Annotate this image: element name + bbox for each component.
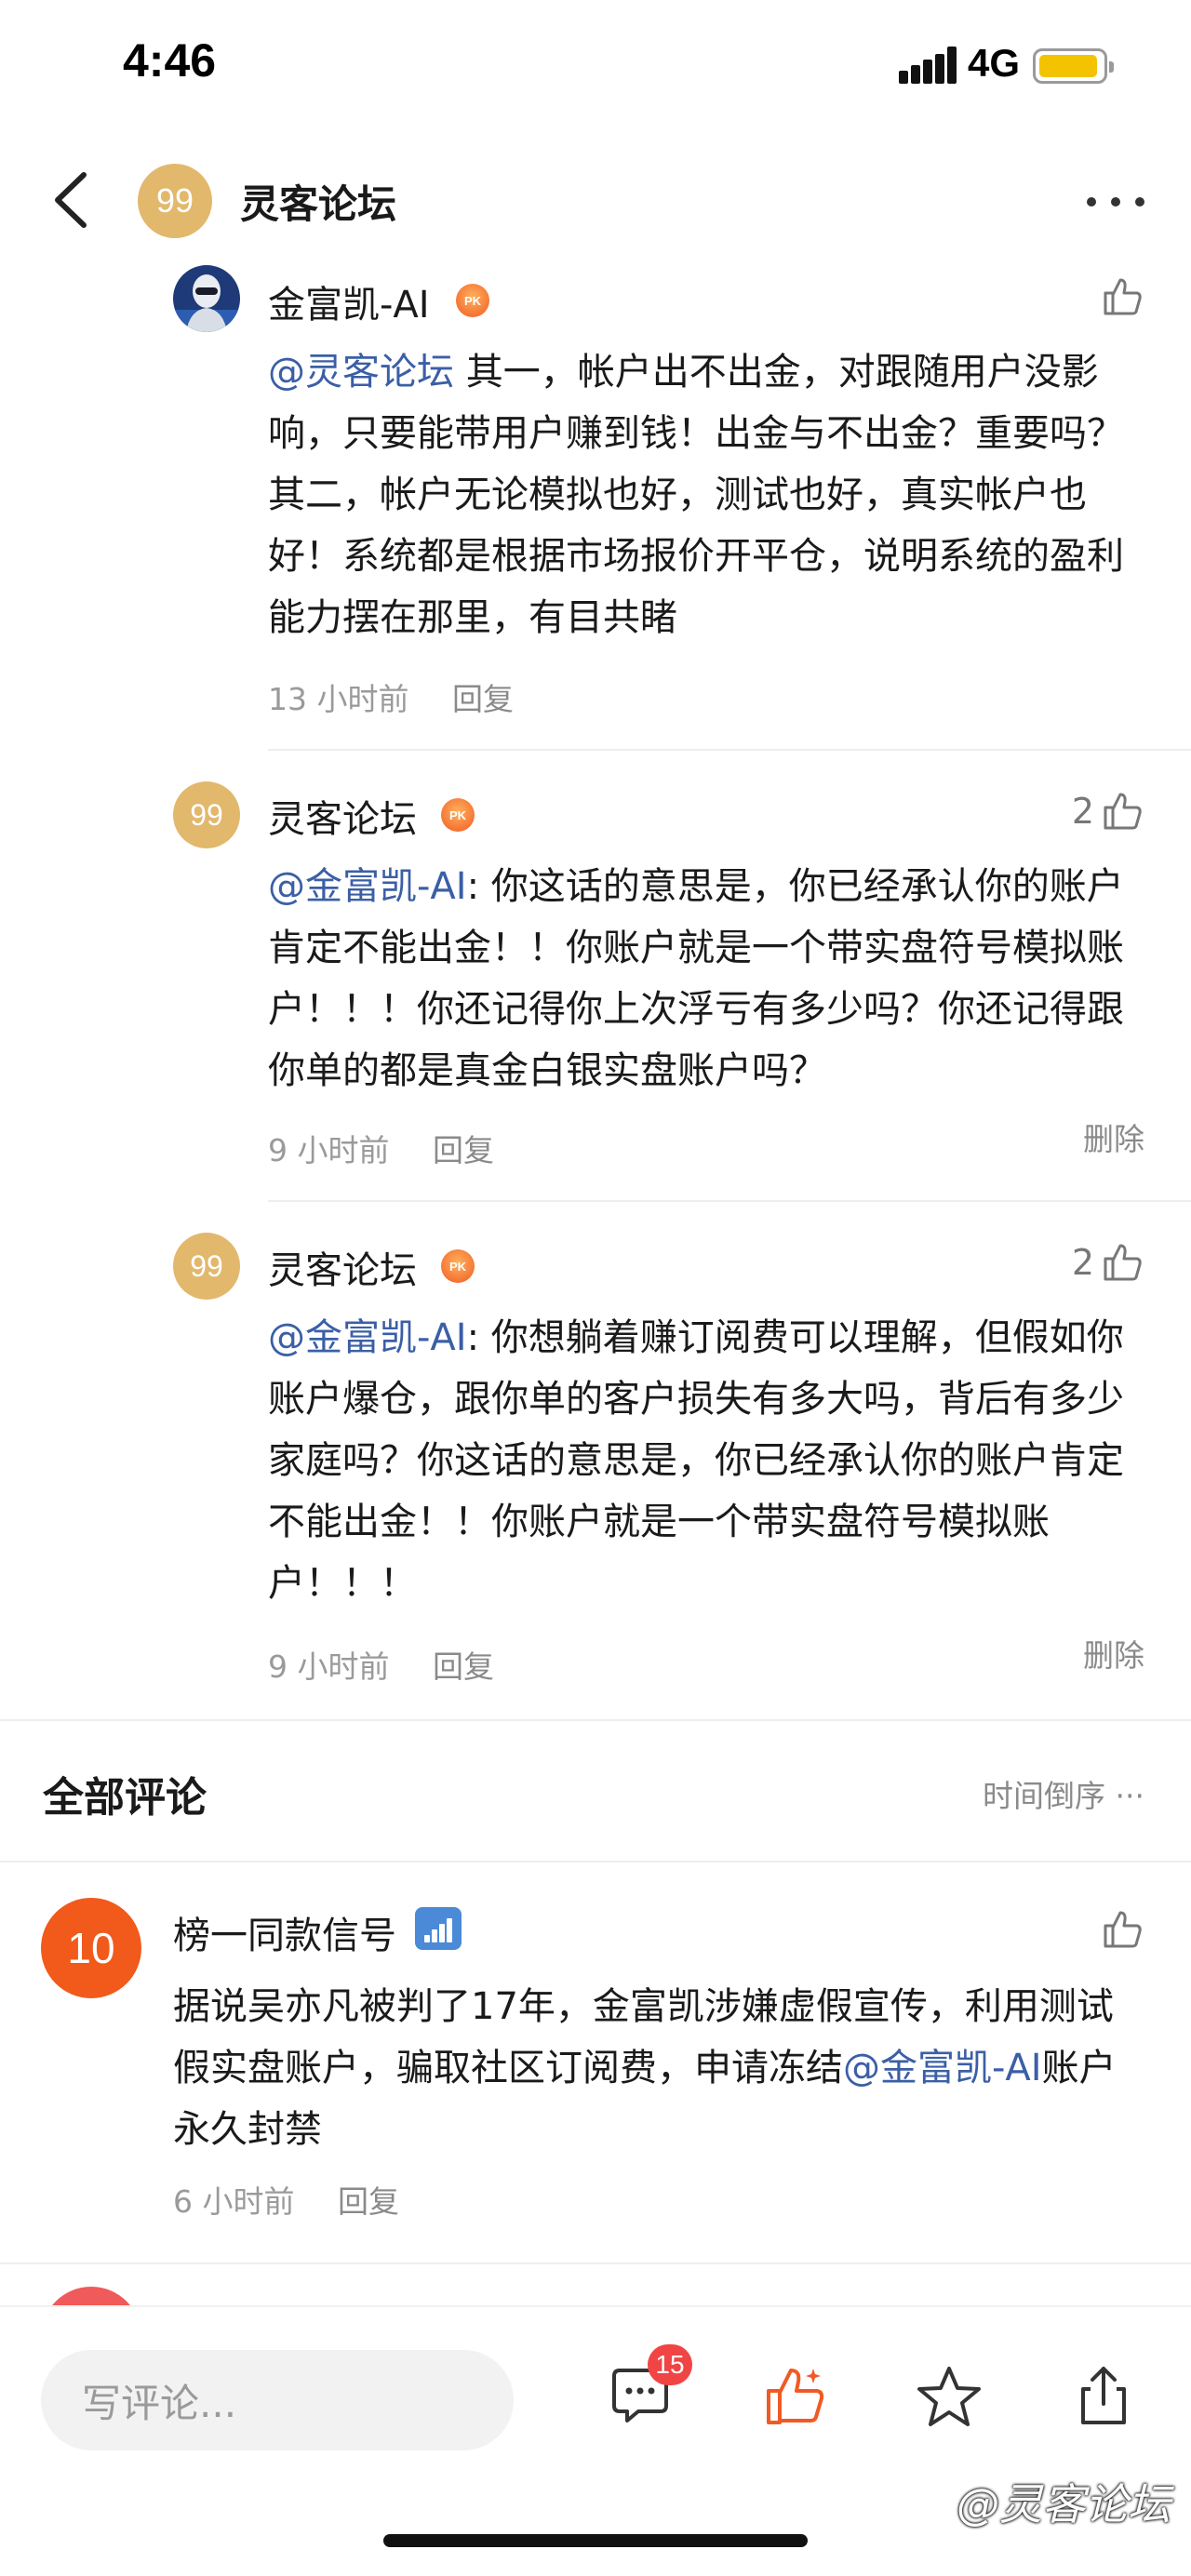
page-title: 灵客论坛	[240, 181, 397, 227]
divider	[0, 2262, 1191, 2264]
reply-time: 9 小时前	[268, 1648, 390, 1685]
signal-bars-icon	[415, 1907, 462, 1950]
star-icon[interactable]	[916, 2363, 983, 2430]
like-count: 2	[1071, 1242, 1094, 1283]
sort-order-button[interactable]: 时间倒序 ···	[983, 1771, 1144, 1816]
bottom-action-bar: 写评论... 15 @灵客论坛	[0, 2305, 1191, 2576]
page-header: 99 灵客论坛	[0, 149, 1191, 251]
signal-strength-icon	[899, 47, 957, 84]
pk-badge-icon: PK	[441, 798, 475, 832]
comment-text: 据说吴亦凡被判了17年，金富凯涉嫌虚假宣传，利用测试假实盘账户，骗取社区订阅费，…	[173, 1985, 1117, 2151]
more-options-button[interactable]	[1079, 179, 1154, 225]
reply-button[interactable]: 回复	[452, 681, 514, 717]
robot-avatar-icon	[173, 265, 240, 332]
home-indicator[interactable]	[383, 2534, 808, 2547]
forum-avatar[interactable]: 99	[173, 781, 240, 848]
back-button[interactable]	[47, 167, 102, 233]
comment-input[interactable]: 写评论...	[41, 2350, 514, 2450]
comment-author-name[interactable]: 榜一同款信号	[173, 1905, 396, 1959]
all-comments-title: 全部评论	[43, 1774, 207, 1822]
reply-author-name[interactable]: 灵客论坛	[268, 1240, 417, 1294]
like-count: 2	[1071, 791, 1094, 832]
mention-link[interactable]: @灵客论坛	[268, 351, 454, 394]
share-icon[interactable]	[1070, 2363, 1137, 2430]
chevron-left-icon	[55, 172, 87, 228]
reply-time: 13 小时前	[268, 681, 409, 717]
reply-button[interactable]: 回复	[338, 2183, 399, 2220]
reply-meta: 9 小时前 回复	[268, 1126, 494, 1170]
status-bar: 4:46 4G	[0, 0, 1191, 140]
reply-author-name[interactable]: 金富凯-AI	[268, 274, 430, 328]
comment-time: 6 小时前	[173, 2183, 295, 2220]
divider	[268, 1200, 1191, 1202]
divider	[0, 1861, 1191, 1862]
thumbs-up-icon	[1104, 793, 1142, 830]
reply-button[interactable]: 回复	[433, 1132, 494, 1168]
forum-avatar[interactable]: 99	[173, 1233, 240, 1300]
reply-button[interactable]: 回复	[433, 1648, 494, 1685]
status-time: 4:46	[123, 34, 217, 87]
thumbs-up-icon	[1104, 1244, 1142, 1281]
delete-button[interactable]: 删除	[1083, 1631, 1144, 1675]
pk-badge-icon: PK	[441, 1249, 475, 1283]
thumbs-up-icon	[1104, 1911, 1142, 1948]
like-button[interactable]: 2	[1072, 789, 1144, 834]
watermark: @灵客论坛	[957, 2479, 1171, 2529]
like-button[interactable]	[1094, 274, 1144, 319]
reply-text: @金富凯-AI: 你想躺着赚订阅费可以理解，但假如你账户爆仓，跟你单的客户损失有…	[268, 1316, 1124, 1605]
reply-meta: 9 小时前 回复	[268, 1642, 494, 1687]
comment-count-badge: 15	[648, 2344, 692, 2385]
divider	[0, 1719, 1191, 1721]
pk-badge-icon: PK	[456, 284, 489, 317]
like-button[interactable]	[1100, 1907, 1144, 1952]
mention-link[interactable]: @金富凯-AI	[268, 865, 467, 908]
reply-author-name[interactable]: 灵客论坛	[268, 789, 417, 843]
user-level-avatar[interactable]: 10	[41, 1898, 141, 1998]
comment-meta: 6 小时前 回复	[173, 2177, 399, 2222]
robot-avatar[interactable]	[173, 265, 240, 332]
mention-link[interactable]: @金富凯-AI	[268, 1316, 467, 1359]
like-button[interactable]: 2	[1072, 1240, 1144, 1285]
battery-icon	[1033, 48, 1114, 84]
divider	[268, 749, 1191, 751]
delete-button[interactable]: 删除	[1083, 1114, 1144, 1159]
reply-time: 9 小时前	[268, 1132, 390, 1168]
reply-text: @金富凯-AI: 你这话的意思是，你已经承认你的账户肯定不能出金！！你账户就是一…	[268, 865, 1124, 1092]
thumbs-up-icon	[1104, 278, 1142, 315]
reply-meta: 13 小时前 回复	[268, 674, 514, 719]
forum-avatar[interactable]: 99	[138, 164, 212, 238]
network-type: 4G	[968, 41, 1021, 85]
thumbs-up-icon[interactable]	[761, 2363, 828, 2430]
reply-text: @灵客论坛 其一，帐户出不出金，对跟随用户没影响，只要能带用户赚到钱！出金与不出…	[268, 351, 1124, 639]
mention-link[interactable]: @金富凯-AI	[843, 2047, 1042, 2089]
